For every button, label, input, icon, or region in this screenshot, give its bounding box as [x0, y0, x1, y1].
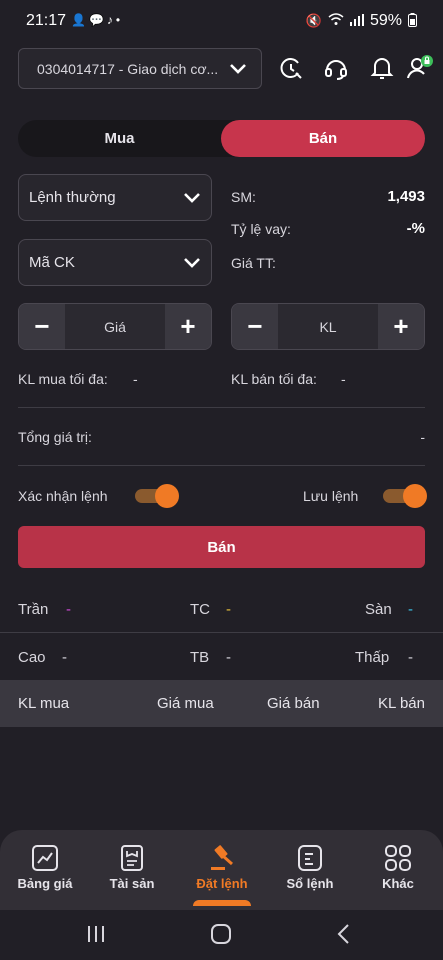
low-label: Thấp — [355, 649, 390, 666]
bell-icon[interactable] — [368, 54, 396, 82]
battery-text: 59% — [369, 12, 402, 29]
nav-order-book[interactable]: Sổ lệnh — [265, 844, 355, 891]
divider — [18, 407, 425, 408]
purchasing-power-label: SM: — [231, 189, 256, 205]
chevron-down-icon — [184, 192, 200, 203]
buy-price-header: Giá mua — [157, 695, 214, 712]
nav-label: Tài sản — [109, 876, 155, 891]
max-buy-value: - — [133, 371, 138, 387]
system-navigation — [0, 910, 443, 960]
tab-sell[interactable]: Bán — [221, 120, 425, 157]
document-icon — [121, 845, 143, 871]
notification-icons: 👤 💬 ♪ • — [71, 13, 120, 27]
price-input[interactable]: Giá — [65, 304, 165, 349]
person-icon: 👤 — [71, 13, 86, 27]
wifi-icon — [328, 13, 344, 29]
chevron-down-icon — [230, 63, 246, 74]
nav-assets[interactable]: Tài sản — [87, 844, 177, 891]
quantity-increase-button[interactable]: + — [378, 304, 424, 349]
chevron-down-icon — [184, 257, 200, 268]
floor-label: Sàn — [365, 601, 392, 618]
max-sell-value: - — [341, 371, 346, 387]
support-headset-icon[interactable] — [322, 54, 350, 82]
save-order-label: Lưu lệnh — [303, 488, 359, 504]
sell-qty-header: KL bán — [378, 695, 425, 712]
high-value: - — [62, 649, 67, 666]
low-value: - — [408, 649, 413, 666]
dot-icon: • — [115, 13, 121, 27]
ceiling-label: Trần — [18, 601, 49, 618]
price-increase-button[interactable]: + — [165, 304, 211, 349]
average-value: - — [226, 649, 231, 666]
order-type-value: Lệnh thường — [29, 189, 116, 206]
recent-apps-icon[interactable] — [86, 924, 106, 944]
orderbook-header: KL mua Giá mua Giá bán KL bán — [0, 680, 443, 727]
buy-qty-header: KL mua — [18, 695, 70, 712]
high-label: Cao — [18, 649, 46, 666]
chat-icon: 💬 — [88, 13, 104, 27]
back-icon[interactable] — [336, 923, 352, 945]
order-type-select[interactable]: Lệnh thường — [18, 174, 212, 221]
max-sell-label: KL bán tối đa: — [231, 371, 317, 387]
system-status: 🔇 59% — [306, 12, 417, 30]
quantity-stepper: − KL + — [231, 303, 425, 350]
divider — [18, 465, 425, 466]
order-list-icon — [298, 845, 322, 871]
account-select[interactable]: 0304014717 - Giao dịch cơ... — [18, 48, 262, 89]
tab-buy[interactable]: Mua — [18, 120, 221, 157]
sell-price-header: Giá bán — [267, 695, 320, 712]
buy-sell-switch: Mua Bán — [18, 120, 425, 157]
bottom-navigation: Bảng giá Tài sản Đặt lệnh Sổ lệnh Khác — [0, 830, 443, 910]
chart-icon — [32, 845, 58, 871]
purchasing-power-value: 1,493 — [387, 188, 425, 205]
price-decrease-button[interactable]: − — [19, 304, 65, 349]
quantity-input[interactable]: KL — [278, 304, 378, 349]
save-order-toggle[interactable] — [383, 484, 427, 508]
nav-more[interactable]: Khác — [353, 844, 443, 891]
active-tab-indicator — [193, 900, 251, 906]
divider — [0, 632, 443, 633]
nav-label: Khác — [382, 876, 414, 891]
battery-icon — [408, 12, 417, 30]
reference-value: - — [226, 601, 231, 618]
signal-icon — [349, 13, 364, 29]
nav-label: Đặt lệnh — [196, 876, 248, 891]
mute-icon: 🔇 — [305, 13, 322, 28]
ceiling-value: - — [66, 601, 71, 618]
symbol-select[interactable]: Mã CK — [18, 239, 212, 286]
total-value-label: Tổng giá trị: — [18, 429, 92, 445]
floor-value: - — [408, 601, 413, 618]
max-buy-label: KL mua tối đa: — [18, 371, 108, 387]
nav-place-order[interactable]: Đặt lệnh — [177, 844, 267, 891]
nav-label: Bảng giá — [17, 876, 73, 891]
total-value: - — [420, 429, 425, 445]
confirm-order-toggle[interactable] — [135, 484, 179, 508]
loan-ratio-label: Tỷ lệ vay: — [231, 221, 291, 237]
status-time: 21:17 — [26, 12, 67, 29]
symbol-placeholder: Mã CK — [29, 254, 75, 271]
price-stepper: − Giá + — [18, 303, 212, 350]
home-icon[interactable] — [210, 923, 232, 945]
grid-icon — [385, 845, 411, 871]
tiktok-icon: ♪ — [106, 13, 113, 27]
loan-ratio-value: -% — [406, 220, 425, 237]
average-label: TB — [190, 649, 210, 666]
submit-sell-button[interactable]: Bán — [18, 526, 425, 568]
reference-label: TC — [190, 601, 210, 618]
confirm-order-label: Xác nhận lệnh — [18, 488, 108, 504]
nav-price-board[interactable]: Bảng giá — [0, 844, 90, 891]
nav-label: Sổ lệnh — [286, 876, 334, 891]
market-price-label: Giá TT: — [231, 255, 276, 271]
account-select-value: 0304014717 - Giao dịch cơ... — [37, 60, 219, 77]
quantity-decrease-button[interactable]: − — [232, 304, 278, 349]
gavel-icon — [211, 845, 233, 870]
status-bar: 21:17 👤 💬 ♪ • 🔇 59% — [0, 0, 443, 44]
refresh-search-icon[interactable] — [276, 54, 304, 82]
user-secure-icon[interactable] — [406, 54, 434, 82]
